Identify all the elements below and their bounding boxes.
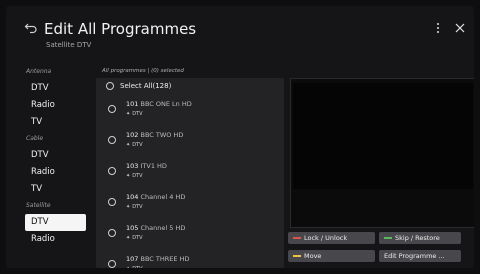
- page-title: Edit All Programmes: [44, 20, 197, 38]
- skip-restore-button[interactable]: Skip / Restore: [379, 232, 461, 244]
- sidebar-item-satellite-dtv[interactable]: DTV: [25, 214, 86, 231]
- programme-row[interactable]: 102 BBC TWO HD DTV: [96, 125, 284, 156]
- programme-name: BBC TWO HD: [140, 131, 184, 139]
- edit-programme-button[interactable]: Edit Programme ...: [379, 250, 461, 262]
- sidebar-item-antenna-dtv[interactable]: DTV: [6, 80, 92, 97]
- programme-number: 104: [126, 193, 139, 201]
- programme-name: Channel 4 HD: [140, 193, 186, 201]
- programme-title: 101 BBC ONE Ln HD: [126, 100, 192, 108]
- programme-number: 101: [126, 100, 139, 108]
- programme-type: DTV: [126, 142, 142, 148]
- preview-video: [293, 83, 473, 189]
- back-icon[interactable]: [24, 21, 38, 35]
- yellow-key-icon: [293, 255, 301, 257]
- sidebar-item-antenna-tv[interactable]: TV: [6, 114, 92, 131]
- preview-panel: [290, 78, 474, 228]
- edit-programmes-screen: Edit All Programmes Satellite DTV Antenn…: [6, 6, 474, 268]
- programme-title: 105 Channel 5 HD: [126, 224, 185, 232]
- sidebar-category-cable: Cable: [26, 135, 44, 142]
- programme-title: 102 BBC TWO HD: [126, 131, 183, 139]
- programme-type: DTV: [126, 235, 142, 241]
- radio-icon[interactable]: [108, 229, 116, 237]
- programme-name: BBC ONE Ln HD: [140, 100, 192, 108]
- programme-type: DTV: [126, 204, 142, 210]
- programme-number: 103: [126, 162, 139, 170]
- programme-row[interactable]: 101 BBC ONE Ln HD DTV: [96, 94, 284, 125]
- radio-icon[interactable]: [108, 105, 116, 113]
- programme-name: ITV1 HD: [140, 162, 167, 170]
- programme-type: DTV: [126, 111, 142, 117]
- programme-number: 102: [126, 131, 139, 139]
- programme-row[interactable]: 104 Channel 4 HD DTV: [96, 187, 284, 218]
- radio-icon[interactable]: [108, 136, 116, 144]
- sidebar-category-antenna: Antenna: [26, 68, 52, 75]
- lock-unlock-label: Lock / Unlock: [304, 234, 348, 242]
- close-icon[interactable]: [455, 23, 465, 33]
- programme-row[interactable]: 107 BBC THREE HD DTV: [96, 249, 284, 268]
- programme-name: BBC THREE HD: [140, 255, 190, 263]
- select-all-radio-icon[interactable]: [106, 82, 114, 90]
- radio-icon[interactable]: [108, 260, 116, 268]
- sidebar-item-cable-dtv[interactable]: DTV: [6, 147, 92, 164]
- header: Edit All Programmes Satellite DTV: [6, 6, 474, 58]
- page-subtitle: Satellite DTV: [46, 41, 92, 49]
- sidebar-item-antenna-radio[interactable]: Radio: [6, 97, 92, 114]
- select-all-label: Select All(128): [120, 82, 172, 90]
- radio-icon[interactable]: [108, 167, 116, 175]
- programme-row[interactable]: 103 ITV1 HD DTV: [96, 156, 284, 187]
- list-selection-status: All programmes | (0) selected: [102, 68, 184, 74]
- radio-icon[interactable]: [108, 198, 116, 206]
- move-button[interactable]: Move: [288, 250, 375, 262]
- sidebar-item-cable-tv[interactable]: TV: [6, 181, 92, 198]
- programme-type: DTV: [126, 173, 142, 179]
- sidebar-item-satellite-radio[interactable]: Radio: [6, 231, 92, 248]
- red-key-icon: [293, 237, 301, 239]
- sidebar-category-satellite: Satellite: [26, 202, 51, 209]
- move-label: Move: [304, 252, 322, 260]
- edit-programme-label: Edit Programme ...: [384, 252, 445, 260]
- programme-title: 103 ITV1 HD: [126, 162, 167, 170]
- programme-row[interactable]: 105 Channel 5 HD DTV: [96, 218, 284, 249]
- programme-number: 107: [126, 255, 139, 263]
- green-key-icon: [384, 237, 392, 239]
- sidebar: Antenna DTV Radio TV Cable DTV Radio TV …: [6, 64, 92, 248]
- programme-number: 105: [126, 224, 139, 232]
- programme-type: DTV: [126, 266, 142, 268]
- select-all-option[interactable]: Select All(128): [96, 78, 284, 94]
- lock-unlock-button[interactable]: Lock / Unlock: [288, 232, 375, 244]
- programme-title: 107 BBC THREE HD: [126, 255, 189, 263]
- programme-title: 104 Channel 4 HD: [126, 193, 185, 201]
- programme-name: Channel 5 HD: [140, 224, 186, 232]
- more-options-icon[interactable]: [434, 23, 442, 37]
- sidebar-item-cable-radio[interactable]: Radio: [6, 164, 92, 181]
- programme-list: Select All(128) 101 BBC ONE Ln HD DTV 10…: [96, 78, 284, 268]
- skip-restore-label: Skip / Restore: [395, 234, 440, 242]
